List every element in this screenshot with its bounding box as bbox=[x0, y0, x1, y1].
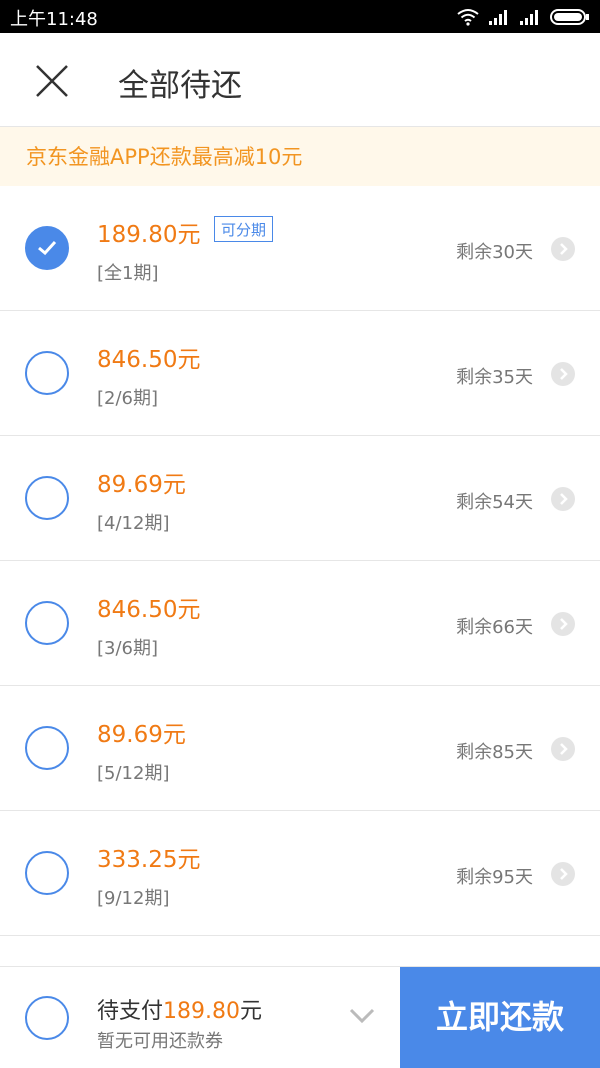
bill-remaining: 剩余54天 bbox=[456, 492, 533, 513]
pending-unit: 元 bbox=[240, 999, 263, 1024]
signal-icon bbox=[489, 10, 507, 25]
bill-remaining: 剩余85天 bbox=[456, 742, 533, 763]
status-icons bbox=[457, 6, 590, 28]
pending-amount: 189.80 bbox=[163, 999, 240, 1024]
chevron-right-icon[interactable] bbox=[551, 737, 575, 761]
pay-now-button[interactable]: 立即还款 bbox=[400, 967, 600, 1068]
chevron-right-icon[interactable] bbox=[551, 487, 575, 511]
pending-label: 待支付 bbox=[97, 999, 164, 1024]
status-bar: 上午11:48 bbox=[0, 0, 600, 33]
close-icon[interactable] bbox=[34, 63, 70, 99]
installment-badge: 可分期 bbox=[214, 216, 274, 242]
bill-period: [4/12期] bbox=[97, 513, 170, 534]
bill-amount: 189.80元 bbox=[97, 222, 201, 248]
check-icon bbox=[38, 240, 57, 256]
chevron-right-icon[interactable] bbox=[551, 237, 575, 261]
bill-amount: 333.25元 bbox=[97, 847, 201, 873]
select-all-checkbox[interactable] bbox=[25, 996, 69, 1040]
row-checkbox-checked[interactable] bbox=[25, 226, 69, 270]
chevron-down-icon[interactable] bbox=[348, 1007, 376, 1025]
row-checkbox[interactable] bbox=[25, 476, 69, 520]
bottom-bar: 待支付189.80元 暂无可用还款券 立即还款 bbox=[0, 966, 600, 1068]
row-checkbox[interactable] bbox=[25, 351, 69, 395]
bill-amount: 89.69元 bbox=[97, 472, 186, 498]
header: 全部待还 bbox=[0, 33, 600, 127]
promo-text: 京东金融APP还款最高减10元 bbox=[26, 145, 303, 169]
bill-remaining: 剩余95天 bbox=[456, 867, 533, 888]
row-checkbox[interactable] bbox=[25, 726, 69, 770]
row-checkbox[interactable] bbox=[25, 851, 69, 895]
signal-icon-2 bbox=[520, 10, 538, 25]
bill-row[interactable]: 333.25元 [9/12期] 剩余95天 bbox=[0, 811, 600, 936]
bill-list: 189.80元 可分期 [全1期] 剩余30天 846.50元 [2/6期] 剩… bbox=[0, 186, 600, 936]
bill-row[interactable]: 189.80元 可分期 [全1期] 剩余30天 bbox=[0, 186, 600, 311]
bill-remaining: 剩余35天 bbox=[456, 367, 533, 388]
chevron-right-icon[interactable] bbox=[551, 862, 575, 886]
bill-row[interactable]: 89.69元 [4/12期] 剩余54天 bbox=[0, 436, 600, 561]
coupon-text: 暂无可用还款券 bbox=[97, 1031, 223, 1052]
bill-row[interactable]: 846.50元 [3/6期] 剩余66天 bbox=[0, 561, 600, 686]
bill-period: [9/12期] bbox=[97, 888, 170, 909]
bill-row[interactable]: 89.69元 [5/12期] 剩余85天 bbox=[0, 686, 600, 811]
row-checkbox[interactable] bbox=[25, 601, 69, 645]
pending-payment: 待支付189.80元 bbox=[97, 993, 262, 1025]
bill-amount: 846.50元 bbox=[97, 347, 201, 373]
chevron-right-icon[interactable] bbox=[551, 362, 575, 386]
bill-period: [3/6期] bbox=[97, 638, 159, 659]
bill-period: [全1期] bbox=[97, 263, 159, 284]
bill-amount: 89.69元 bbox=[97, 722, 186, 748]
bill-amount: 846.50元 bbox=[97, 597, 201, 623]
battery-icon bbox=[550, 9, 589, 25]
chevron-right-icon[interactable] bbox=[551, 612, 575, 636]
bill-row[interactable]: 846.50元 [2/6期] 剩余35天 bbox=[0, 311, 600, 436]
promo-banner[interactable]: 京东金融APP还款最高减10元 bbox=[0, 127, 600, 186]
bill-period: [2/6期] bbox=[97, 388, 159, 409]
status-time: 上午11:48 bbox=[10, 9, 98, 30]
page-title: 全部待还 bbox=[118, 68, 242, 104]
bill-period: [5/12期] bbox=[97, 763, 170, 784]
bill-remaining: 剩余30天 bbox=[456, 242, 533, 263]
wifi-icon bbox=[457, 9, 479, 26]
bill-remaining: 剩余66天 bbox=[456, 617, 533, 638]
